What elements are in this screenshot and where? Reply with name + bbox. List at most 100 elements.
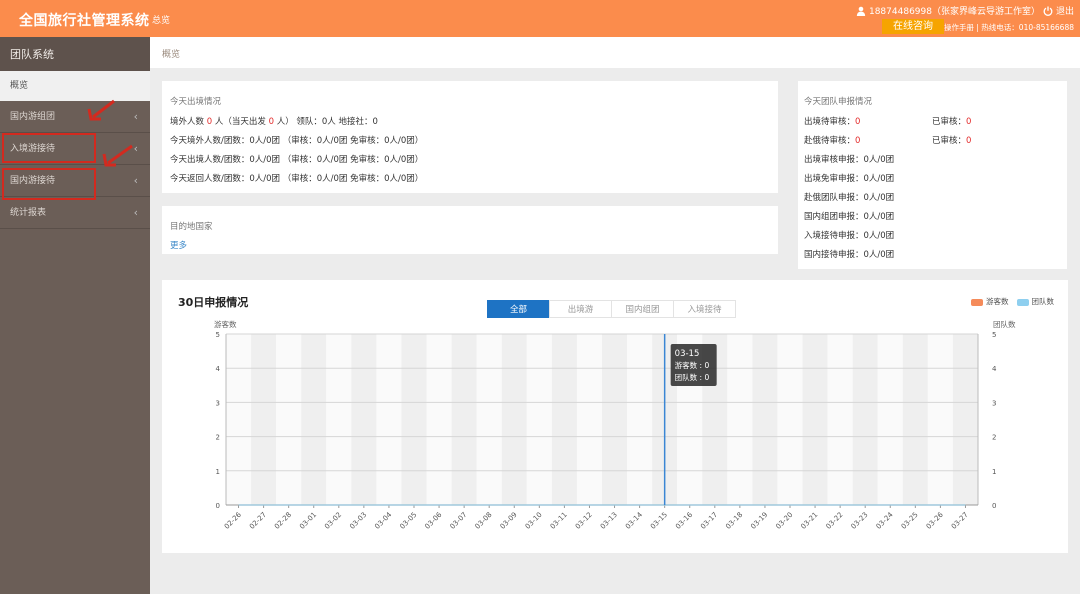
label: 已审核： [932,117,967,127]
report-reviewed[interactable]: 已审核：0 [932,115,971,127]
category-band [301,334,327,505]
text: 人） 领队：0人 地接社：0 [276,117,378,127]
destination-card: 目的地国家 更多 [162,206,778,254]
x-tick-label: 03-06 [423,510,443,530]
report-line: 国内接待申报：0人/0团 [804,250,895,260]
category-band [351,334,377,505]
sidebar-item-label: 统计报表 [10,208,47,218]
sidebar-item-overview[interactable]: 概览 [0,71,150,101]
report-line: 赴俄团队申报：0人/0团 [804,193,895,203]
y-tick-label-left: 4 [216,365,221,373]
category-band [576,334,602,505]
x-tick-label: 03-12 [574,511,594,531]
text: 境外人数 [170,117,205,127]
more-link[interactable]: 更多 [170,239,770,251]
x-tick-label: 03-07 [449,511,469,531]
power-icon[interactable] [1043,6,1053,16]
chevron-left-icon: ‹ [133,206,138,219]
x-tick-label: 03-21 [799,511,819,531]
label: 已审核： [932,136,967,146]
x-tick-label: 03-24 [875,510,895,530]
y-tick-label-right: 0 [992,502,996,510]
y-tick-label-right: 3 [992,399,996,407]
category-band [401,334,427,505]
category-band [251,334,277,505]
x-tick-label: 03-10 [524,511,544,531]
report-pending[interactable]: 赴俄待审核：0 [804,134,860,146]
x-tick-label: 02-27 [248,511,268,531]
category-band [777,334,803,505]
line-chart[interactable]: 0 01 12 23 34 45 502-26 02-27 02-28 03-01 03-02 03-… [162,280,1068,553]
category-band [877,334,903,505]
x-tick-label: 03-23 [850,511,870,531]
x-tick-label: 03-18 [724,511,744,531]
y-tick-label-left: 0 [216,502,220,510]
report-line: 国内组团申报：0人/0团 [804,212,895,222]
category-band [952,334,978,505]
user-icon [856,6,866,16]
annotation-arrow-icon [87,99,115,121]
category-band [602,334,628,505]
x-tick-label: 02-26 [223,510,243,530]
y-tick-label-right: 5 [992,331,996,339]
sidebar-item-domestic-group[interactable]: 国内游组团 ‹ [0,101,150,133]
annotation-arrow-icon [102,144,133,167]
x-tick-label: 03-03 [348,511,368,531]
user-area: 18874486998（张家界峰云导游工作室） 退出 [856,4,1074,17]
report-row: 赴俄待审核：0 已审核：0 [804,134,1061,153]
value: 0 [855,117,861,127]
y-tick-label-right: 2 [992,434,996,442]
sidebar-title: 团队系统 [0,37,150,71]
y-tick-label-right: 1 [992,468,996,476]
sidebar: 团队系统 概览 国内游组团 ‹ 入境游接待 ‹ 国内游接待 ‹ 统计报表 ‹ [0,37,150,594]
report-pending[interactable]: 出境待审核：0 [804,115,860,127]
annotation-box [2,168,96,200]
report-reviewed[interactable]: 已审核：0 [932,134,971,146]
value: 0 [966,136,972,146]
y-tick-label-left: 5 [216,331,220,339]
stat-line: 今天出境人数/团数：0人/0团 （审核：0人/0团 免审核：0人/0团） [170,155,424,165]
top-bar: 全国旅行社管理系统 总览 18874486998（张家界峰云导游工作室） 退出 … [0,0,1080,37]
category-band [376,334,402,505]
label: 赴俄待审核： [804,136,856,146]
breadcrumb[interactable]: 概览 [162,47,180,60]
sidebar-item-statistics[interactable]: 统计报表 ‹ [0,197,150,229]
category-band [927,334,953,505]
y-tick-label-left: 3 [216,399,220,407]
category-band [727,334,753,505]
x-tick-label: 03-20 [774,511,794,531]
x-tick-label: 03-02 [323,511,343,531]
x-tick-label: 03-17 [699,511,719,531]
chevron-left-icon: ‹ [133,110,138,123]
online-consult-button[interactable]: 在线咨询 [882,19,944,34]
card-title: 目的地国家 [170,222,213,232]
x-tick-label: 03-15 [649,511,669,531]
category-band [627,334,653,505]
report-line: 入境接待申报：0人/0团 [804,231,895,241]
report-row: 出境待审核：0 已审核：0 [804,115,1061,134]
category-band [276,334,302,505]
category-band [752,334,778,505]
value: 0 [855,136,861,146]
nav-overview-link[interactable]: 总览 [152,13,170,26]
breadcrumb-bar: 概览 [150,37,1080,68]
overseas-count-line: 境外人数 0 人（当天出发 0 人） 领队：0人 地接社：0 [170,115,770,127]
overseas-count-value: 0 [206,117,213,127]
hotline-text[interactable]: 操作手册 | 热线电话：010-85166688 [944,22,1074,33]
label: 出境待审核： [804,117,856,127]
chevron-left-icon: ‹ [133,174,138,187]
category-band [476,334,502,505]
user-name[interactable]: 18874486998（张家界峰云导游工作室） [869,4,1040,17]
stat-line: 今天境外人数/团数：0人/0团 （审核：0人/0团 免审核：0人/0团） [170,136,424,146]
x-tick-label: 03-19 [749,511,769,531]
category-band [501,334,527,505]
tooltip-text: 团队数 : 0 [675,372,710,382]
tooltip-text: 游客数 : 0 [675,360,710,370]
category-band [426,334,452,505]
x-tick-label: 03-16 [674,510,694,530]
tooltip-text: 03-15 [675,349,700,359]
x-tick-label: 03-27 [950,511,970,531]
chart-card: 30日申报情况 全部 出境游 国内组团 入境接待 游客数 团队数 游客数 团队数… [162,280,1068,553]
x-tick-label: 03-22 [825,511,845,531]
logout-link[interactable]: 退出 [1056,4,1074,17]
